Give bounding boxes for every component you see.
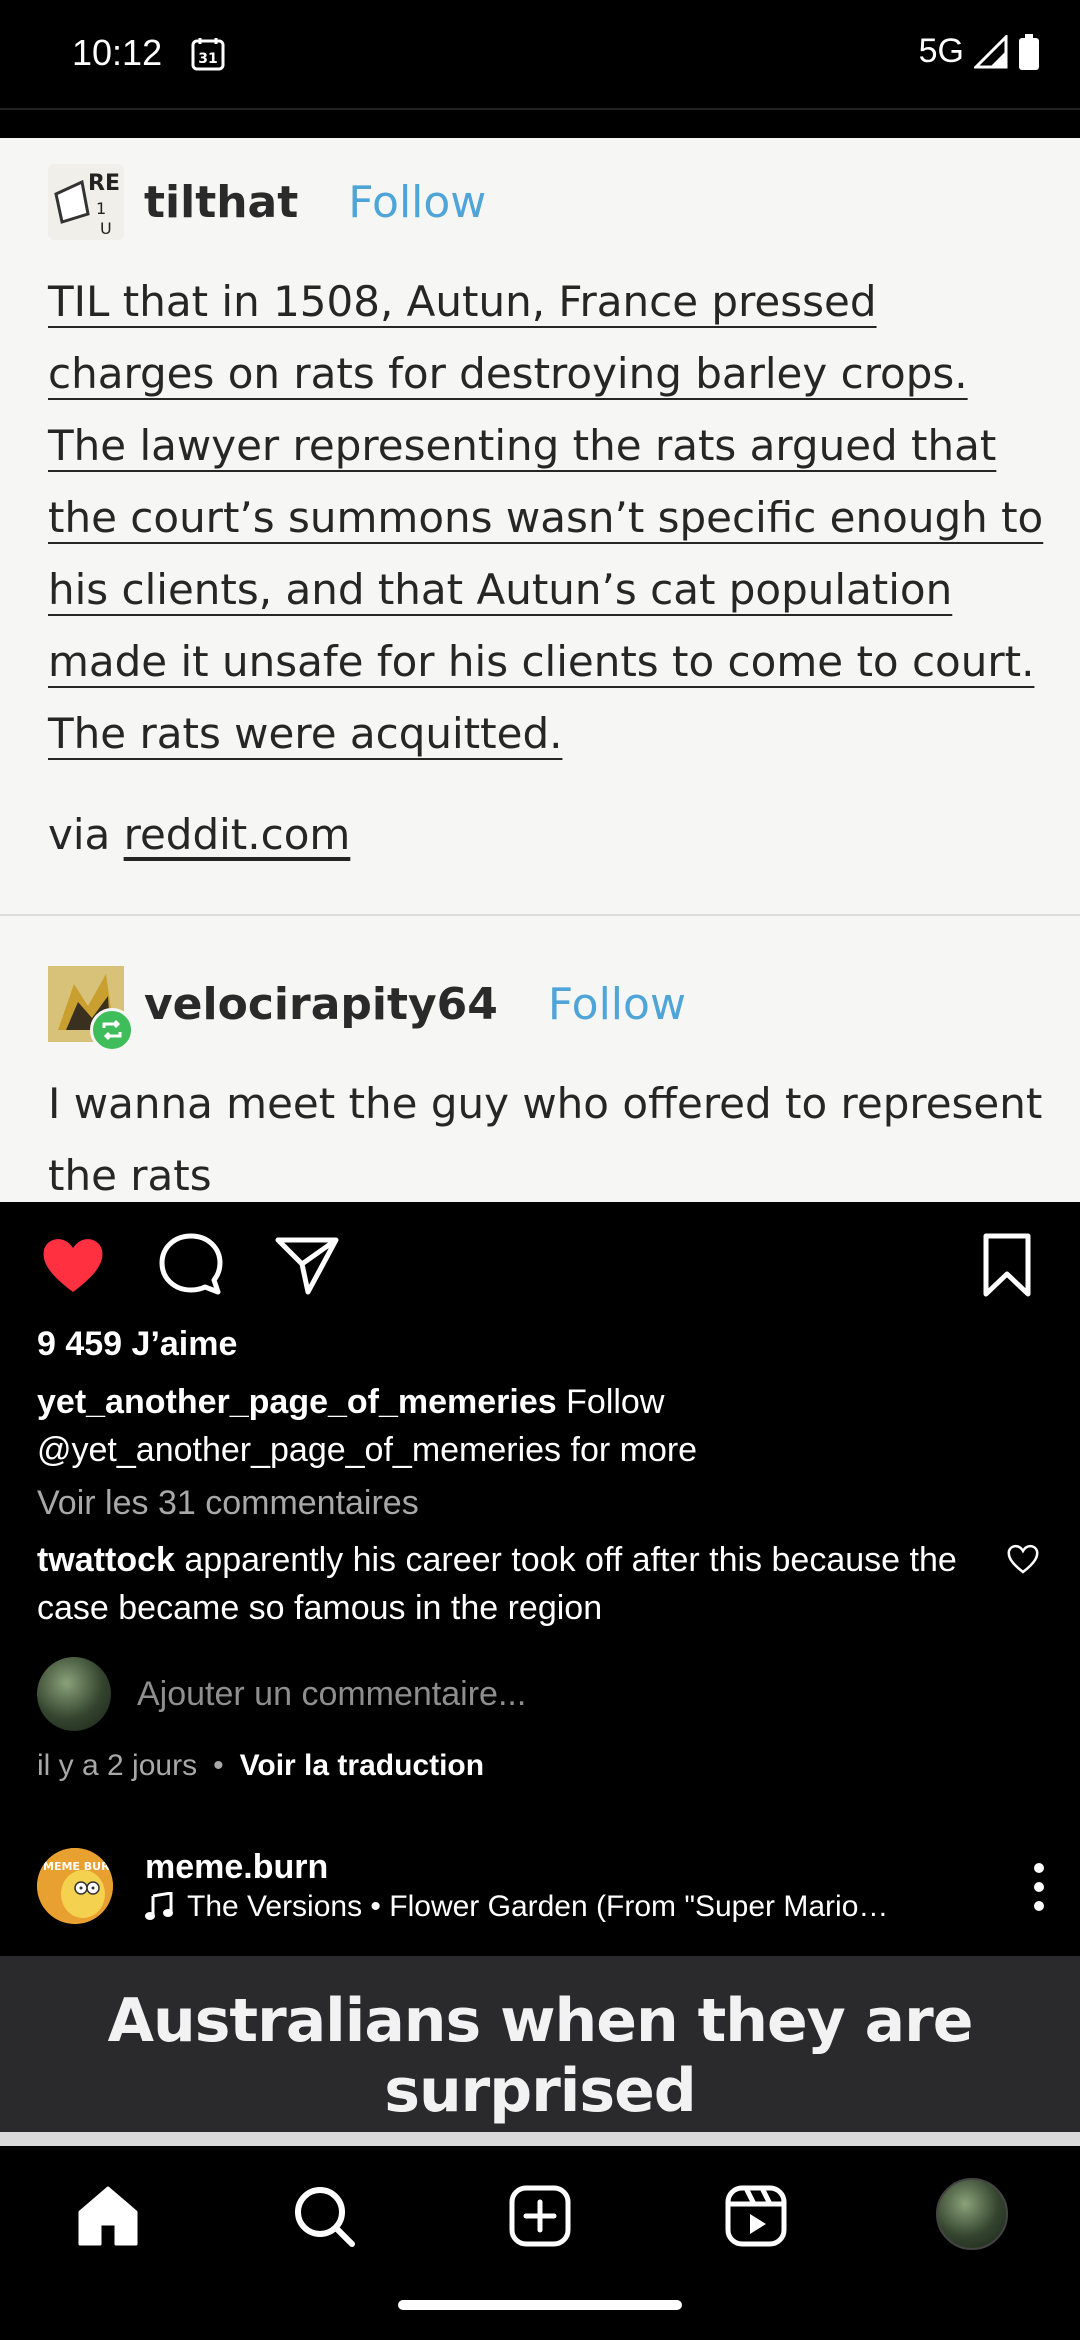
post-divider (0, 108, 1080, 138)
post-image[interactable]: RE 1 U tilthat Follow TIL that in 1508, … (0, 138, 1080, 1202)
battery-icon (1019, 33, 1039, 70)
post-actions (0, 1230, 1080, 1300)
next-post-avatar-text: MEME BURN (43, 1860, 113, 1873)
next-post-music-text: The Versions • Flower Garden (From "Supe… (187, 1890, 889, 1923)
reply-avatar (48, 966, 134, 1052)
add-comment-input[interactable]: Ajouter un commentaire... (137, 1675, 526, 1714)
comment-like-icon[interactable] (1005, 1541, 1041, 1577)
op-username: tilthat (144, 176, 299, 228)
next-post-image[interactable]: Australians when they are surprised (0, 1956, 1080, 2132)
next-post-avatar[interactable]: MEME BURN (37, 1848, 113, 1924)
next-post-header: MEME BURN meme.burn The Versions • Flowe… (37, 1848, 1047, 1928)
add-comment-row[interactable]: Ajouter un commentaire... (37, 1657, 526, 1731)
next-post-music[interactable]: The Versions • Flower Garden (From "Supe… (145, 1890, 888, 1924)
profile-avatar[interactable] (936, 2178, 1008, 2250)
op-user-row: RE 1 U tilthat Follow (48, 164, 486, 240)
reply-text: I wanna meet the guy who offered to repr… (48, 1079, 1043, 1200)
music-note-icon (145, 1892, 173, 1920)
op-avatar-text: RE (88, 171, 120, 196)
meme-caption: Australians when they are surprised (107, 1986, 974, 2126)
network-label: 5G (918, 32, 964, 70)
reply-follow-link: Follow (547, 978, 686, 1030)
op-follow-link: Follow (348, 176, 487, 228)
svg-text:U: U (100, 219, 112, 238)
reply-username: velocirapity64 (144, 978, 498, 1030)
meta-separator: • (213, 1749, 224, 1782)
plus-square-icon[interactable] (502, 2178, 578, 2254)
more-vertical-icon[interactable] (1031, 1862, 1047, 1912)
op-avatar: RE 1 U (48, 164, 124, 240)
via-line: via reddit.com (48, 810, 350, 859)
bookmark-icon[interactable] (972, 1230, 1042, 1300)
via-link: reddit.com (123, 810, 351, 859)
next-post-image-edge (0, 2132, 1080, 2146)
calendar-icon: 31 (191, 38, 225, 71)
til-text: TIL that in 1508, Autun, France pressed … (48, 277, 1044, 758)
time-ago: il y a 2 jours (37, 1749, 198, 1782)
comment-bubble-icon[interactable] (156, 1230, 226, 1300)
view-comments-link[interactable]: Voir les 31 commentaires (37, 1484, 419, 1523)
bottom-nav (0, 2146, 1080, 2340)
current-user-avatar (37, 1657, 111, 1731)
next-post-username[interactable]: meme.burn (145, 1848, 328, 1887)
reply-user-row: velocirapity64 Follow (48, 966, 686, 1052)
translate-link[interactable]: Voir la traduction (240, 1749, 484, 1783)
search-icon[interactable] (286, 2178, 362, 2254)
comment: twattock apparently his career took off … (37, 1536, 977, 1632)
status-bar: 10:12 31 5G (0, 0, 1080, 108)
home-indicator[interactable] (398, 2300, 682, 2310)
paper-plane-icon[interactable] (272, 1230, 342, 1300)
likes-count[interactable]: 9 459 J’aime (37, 1325, 237, 1364)
home-icon[interactable] (70, 2178, 146, 2254)
reblog-badge (90, 1008, 134, 1052)
calendar-day: 31 (198, 51, 217, 67)
heart-filled-icon[interactable] (38, 1230, 108, 1300)
card-divider (0, 914, 1080, 916)
reels-icon[interactable] (718, 2178, 794, 2254)
comment-text: apparently his career took off after thi… (37, 1541, 957, 1627)
via-prefix: via (48, 810, 111, 859)
status-time: 10:12 (72, 32, 163, 73)
caption: yet_another_page_of_memeries Follow @yet… (37, 1378, 1037, 1474)
signal-icon (974, 34, 1008, 68)
comment-username[interactable]: twattock (37, 1541, 175, 1579)
post-meta: il y a 2 jours • Voir la traduction (37, 1749, 484, 1783)
caption-username[interactable]: yet_another_page_of_memeries (37, 1383, 557, 1421)
svg-text:1: 1 (96, 199, 106, 218)
